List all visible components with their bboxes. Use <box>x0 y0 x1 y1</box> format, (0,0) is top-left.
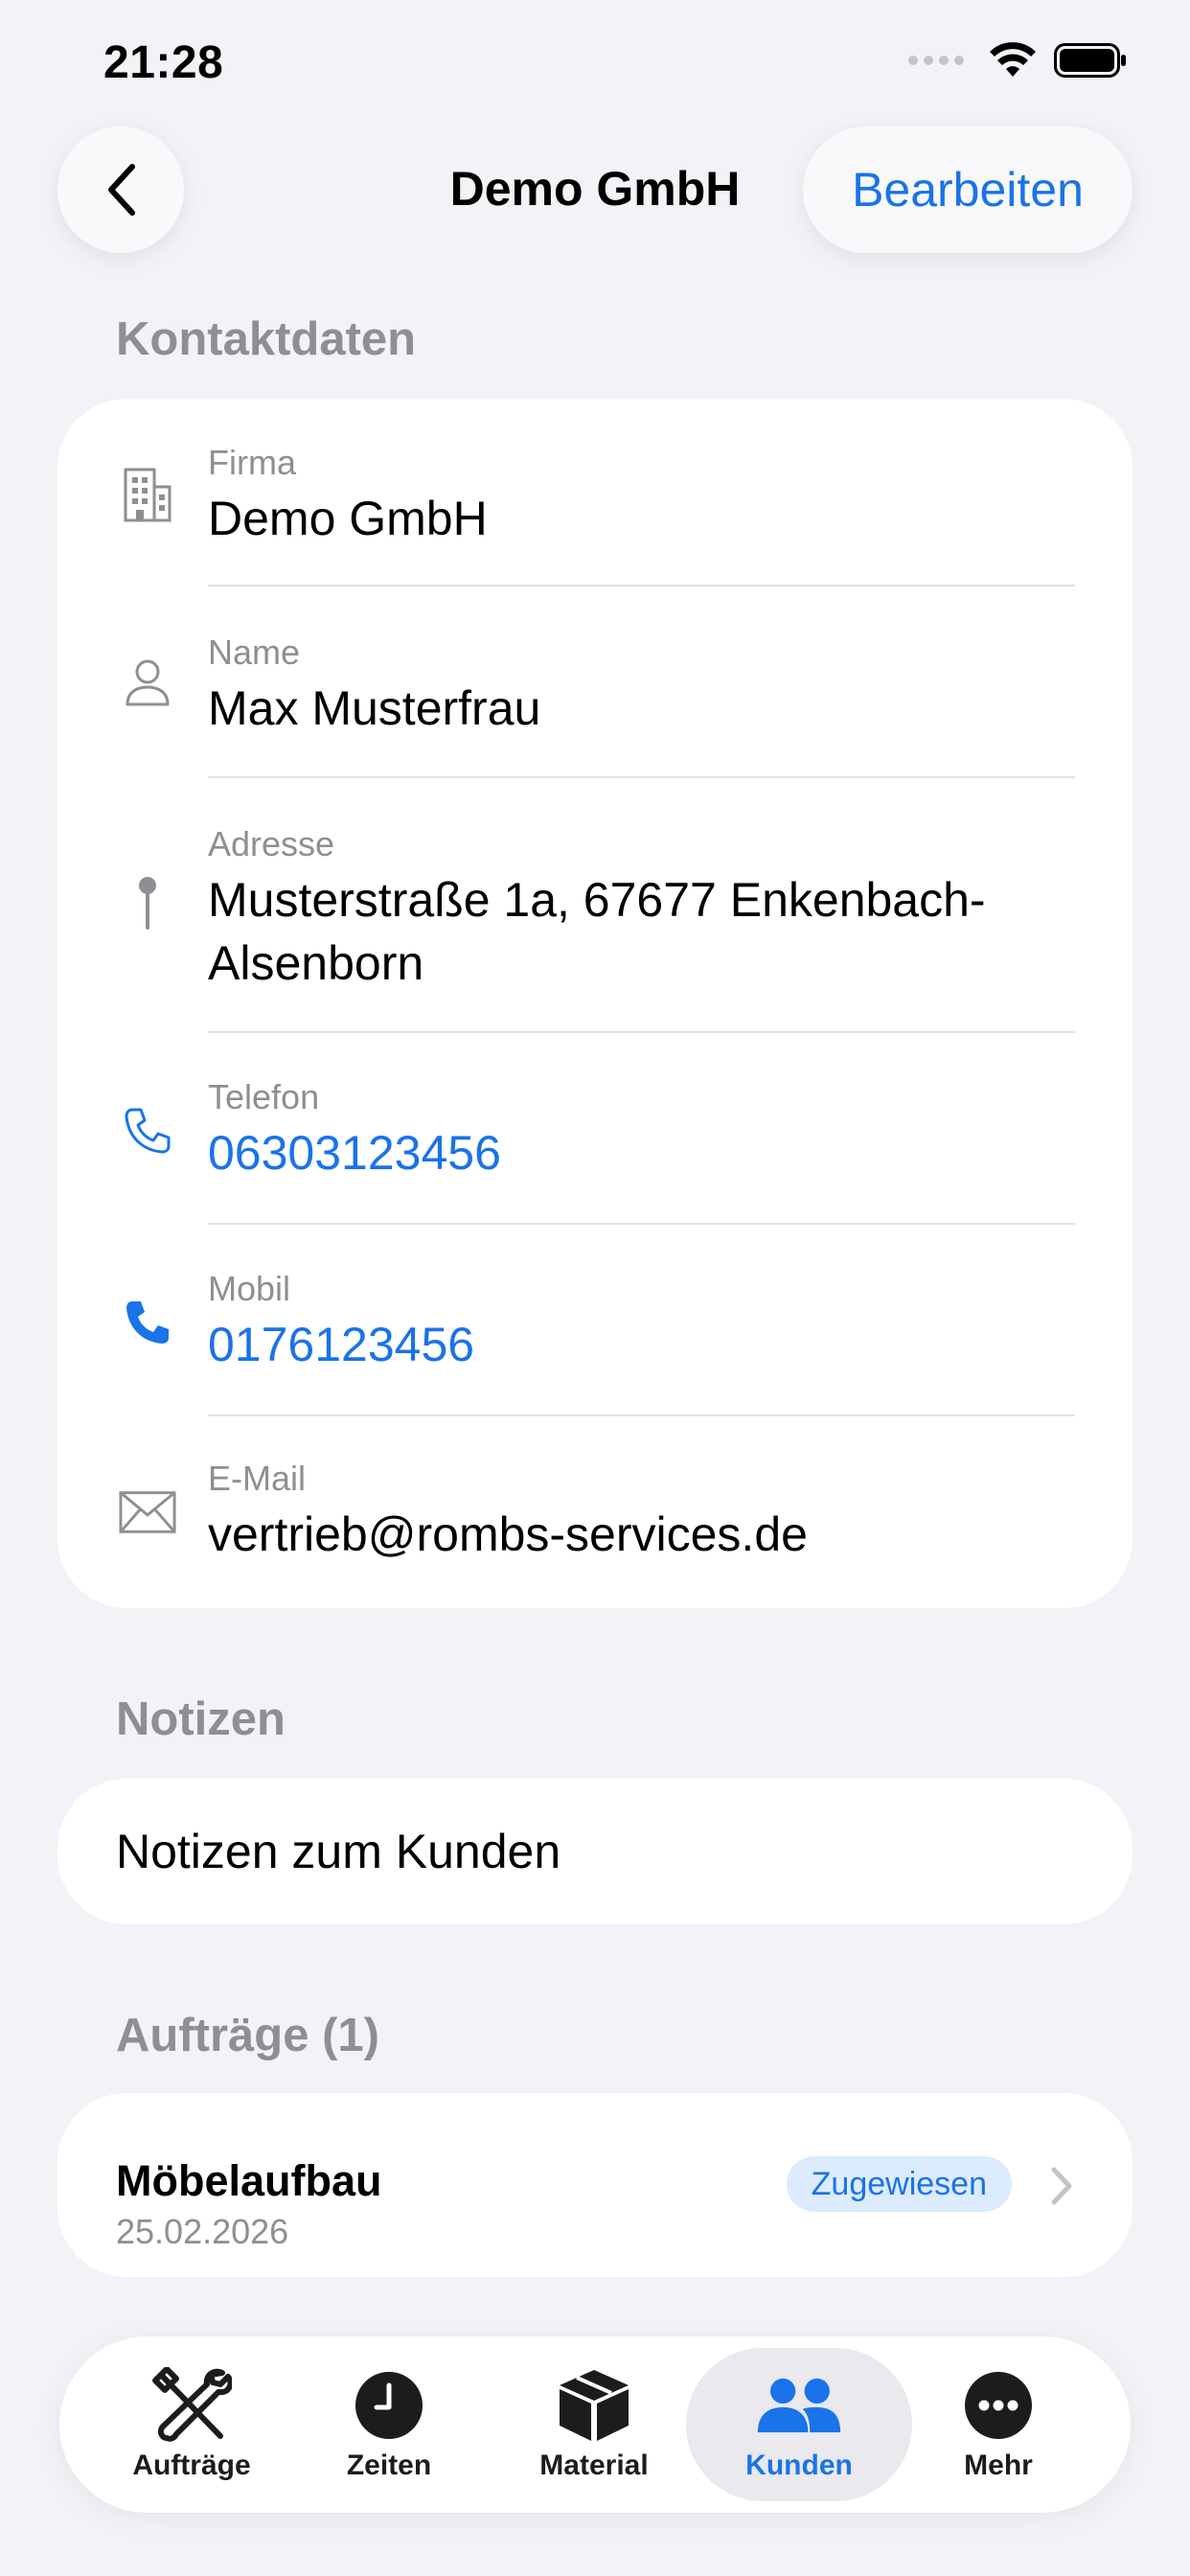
contact-row-email[interactable]: E-Mail vertrieb@rombs-services.de <box>57 1416 1133 1608</box>
phone-filled-icon <box>119 1294 176 1351</box>
wifi-icon <box>990 42 1036 77</box>
section-header-notes: Notizen <box>116 1693 286 1745</box>
tab-label: Kunden <box>745 2450 853 2481</box>
box-icon <box>551 2367 637 2444</box>
status-time: 21:28 <box>103 37 224 88</box>
envelope-icon <box>119 1484 176 1541</box>
contact-card: Firma Demo GmbH Name Max Musterfrau Adre… <box>57 399 1133 1608</box>
tab-label: Zeiten <box>346 2450 432 2481</box>
chevron-right-icon <box>1051 2167 1072 2205</box>
company-value: Demo GmbH <box>208 492 488 545</box>
email-value[interactable]: vertrieb@rombs-services.de <box>208 1503 1075 1566</box>
people-icon <box>756 2367 842 2444</box>
tab-label: Mehr <box>964 2450 1033 2481</box>
tab-label: Aufträge <box>132 2450 251 2481</box>
name-value: Max Musterfrau <box>208 681 541 735</box>
pin-icon <box>119 874 176 932</box>
edit-button[interactable]: Bearbeiten <box>803 126 1133 253</box>
order-list-item[interactable]: Möbelaufbau 25.02.2026 Zugewiesen <box>57 2093 1133 2277</box>
tab-orders[interactable]: Aufträge <box>79 2348 305 2501</box>
mobile-value[interactable]: 0176123456 <box>208 1313 1075 1376</box>
contact-row-address: Adresse Musterstraße 1a, 67677 Enkenbach… <box>57 778 1133 1033</box>
notes-field[interactable]: Notizen zum Kunden <box>57 1779 1133 1924</box>
tab-times[interactable]: Zeiten <box>276 2348 502 2501</box>
address-value[interactable]: Musterstraße 1a, 67677 Enkenbach-Alsenbo… <box>208 868 1032 995</box>
person-icon <box>119 654 176 711</box>
more-icon <box>955 2367 1041 2444</box>
status-badge: Zugewiesen <box>786 2156 1012 2212</box>
cellular-signal-icon <box>908 56 964 65</box>
notes-placeholder: Notizen zum Kunden <box>116 1825 561 1878</box>
clock-icon <box>346 2367 432 2444</box>
battery-icon <box>1054 43 1126 78</box>
tab-material[interactable]: Material <box>481 2348 707 2501</box>
mobile-label: Mobil <box>208 1269 291 1308</box>
tab-customers[interactable]: Kunden <box>686 2348 912 2501</box>
tab-bar: Aufträge Zeiten Material Kunden Mehr <box>59 2336 1131 2513</box>
customer-detail-screen: 21:28 Demo GmbH Bearbeiten Kontaktdaten <box>0 0 1190 2576</box>
tab-label: Material <box>539 2450 649 2481</box>
contact-row-phone[interactable]: Telefon 06303123456 <box>57 1033 1133 1225</box>
tools-icon <box>149 2367 235 2444</box>
contact-row-company: Firma Demo GmbH <box>57 399 1133 586</box>
status-indicators <box>908 42 1127 79</box>
email-label: E-Mail <box>208 1459 307 1498</box>
order-title: Möbelaufbau <box>116 2156 382 2205</box>
phone-outline-icon <box>119 1102 176 1160</box>
building-icon <box>119 466 176 523</box>
phone-label: Telefon <box>208 1077 320 1116</box>
tab-more[interactable]: Mehr <box>885 2348 1111 2501</box>
order-date: 25.02.2026 <box>116 2212 289 2251</box>
company-label: Firma <box>208 443 296 482</box>
section-header-orders: Aufträge (1) <box>116 2010 379 2061</box>
section-header-contact: Kontaktdaten <box>116 313 417 365</box>
address-label: Adresse <box>208 824 335 863</box>
contact-row-name: Name Max Musterfrau <box>57 586 1133 778</box>
name-label: Name <box>208 632 301 672</box>
contact-row-mobile[interactable]: Mobil 0176123456 <box>57 1225 1133 1416</box>
phone-value[interactable]: 06303123456 <box>208 1121 1075 1184</box>
